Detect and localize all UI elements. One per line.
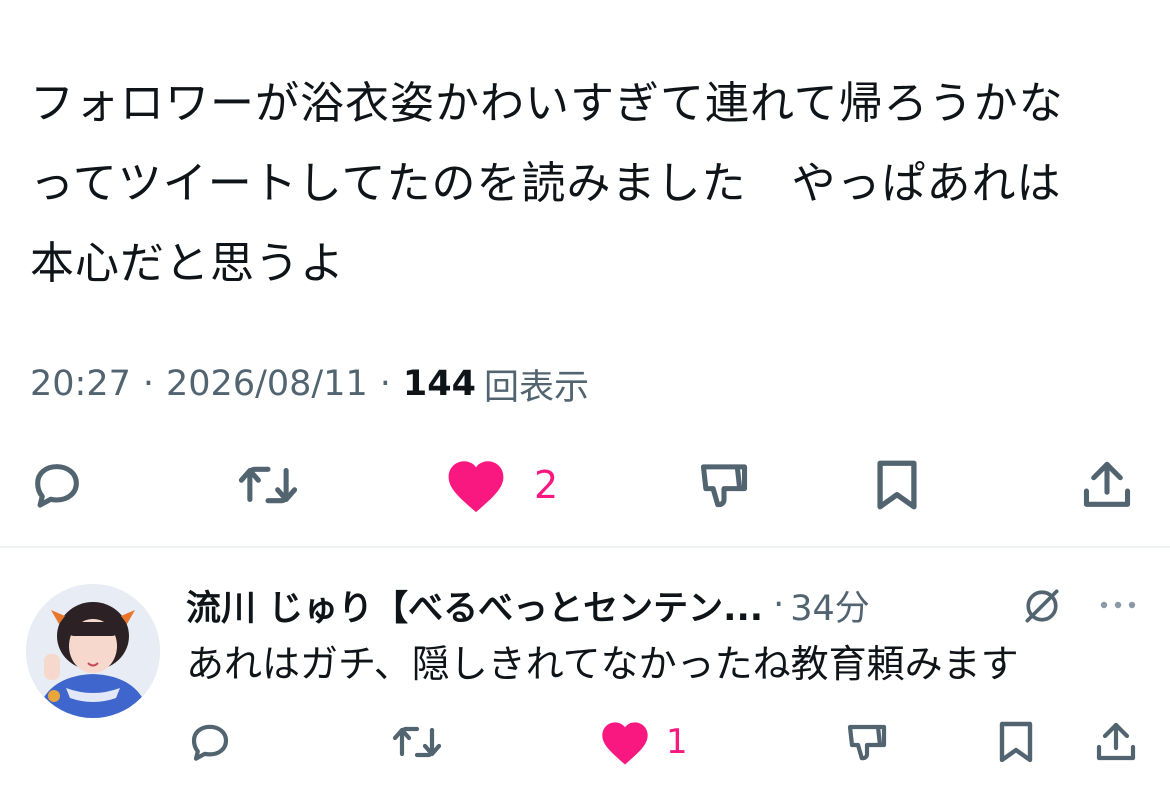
- more-button[interactable]: [1096, 590, 1140, 624]
- share-icon: [1096, 722, 1136, 761]
- reply-bookmark-button[interactable]: [994, 716, 1038, 768]
- thumbs-down-icon: [700, 464, 748, 508]
- tweet-time[interactable]: 20:27: [30, 364, 131, 404]
- like-count: 2: [534, 463, 559, 507]
- meta-separator: ·: [379, 364, 391, 404]
- reply-reply-button[interactable]: [186, 716, 234, 768]
- tweet-detail-page: フォロワーが浴衣姿かわいすぎて連れて帰ろうかな ってツイートしてたのを読みました…: [0, 0, 1170, 808]
- reply-dislike-button[interactable]: [842, 716, 892, 768]
- grok-icon: [1025, 589, 1059, 623]
- reply-action-bar: 1: [0, 716, 1170, 768]
- tweet-action-bar: 2: [0, 455, 1170, 515]
- avatar-photo-icon: [26, 584, 160, 718]
- bookmark-button[interactable]: [870, 455, 924, 515]
- reply-text: あれはガチ、隠しきれてなかったね教育頼みます: [186, 642, 1019, 686]
- reply-button[interactable]: [28, 455, 86, 515]
- share-icon: [1083, 461, 1131, 507]
- heart-filled-icon: [448, 461, 504, 513]
- share-button[interactable]: [1078, 455, 1136, 515]
- view-count[interactable]: 144: [403, 364, 476, 404]
- heart-filled-icon: [602, 722, 648, 765]
- dislike-button[interactable]: [694, 455, 754, 515]
- reply-icon: [35, 464, 79, 508]
- reply-icon: [191, 724, 229, 761]
- reply-retweet-button[interactable]: [390, 716, 444, 768]
- bookmark-icon: [877, 460, 917, 510]
- reply-like-button[interactable]: 1: [598, 716, 688, 768]
- view-label: 回表示: [483, 367, 589, 408]
- retweet-icon: [238, 466, 298, 504]
- retweet-button[interactable]: [236, 455, 300, 515]
- tweet-text-line: ってツイートしてたのを読みました やっぱあれは: [30, 158, 1062, 209]
- retweet-icon: [392, 726, 442, 758]
- tweet-text-line: フォロワーが浴衣姿かわいすぎて連れて帰ろうかな: [30, 78, 1064, 129]
- more-dots-icon: [1100, 601, 1136, 609]
- reply-separator: ·: [773, 585, 785, 625]
- reply-author-name[interactable]: 流川 じゅり【べるべっとセンテン...: [186, 580, 763, 631]
- reply-share-button[interactable]: [1092, 716, 1140, 768]
- thumbs-down-icon: [847, 724, 887, 761]
- reply-like-count: 1: [666, 722, 688, 762]
- divider: [0, 546, 1170, 548]
- avatar[interactable]: [26, 584, 160, 718]
- bookmark-icon: [999, 721, 1033, 763]
- tweet-date[interactable]: 2026/08/11: [166, 364, 368, 404]
- reply-time[interactable]: 34分: [790, 580, 870, 631]
- tweet-text-line: 本心だと思うよ: [30, 238, 345, 289]
- tweet-text: フォロワーが浴衣姿かわいすぎて連れて帰ろうかな ってツイートしてたのを読みました…: [30, 64, 1140, 304]
- meta-separator: ·: [142, 364, 155, 404]
- grok-button[interactable]: [1020, 584, 1064, 632]
- reply-header: 流川 じゅり【べるべっとセンテン... · 34分: [186, 578, 1146, 632]
- like-button[interactable]: 2: [444, 455, 558, 515]
- tweet-meta: 20:27 · 2026/08/11 · 144 回表示: [30, 360, 589, 408]
